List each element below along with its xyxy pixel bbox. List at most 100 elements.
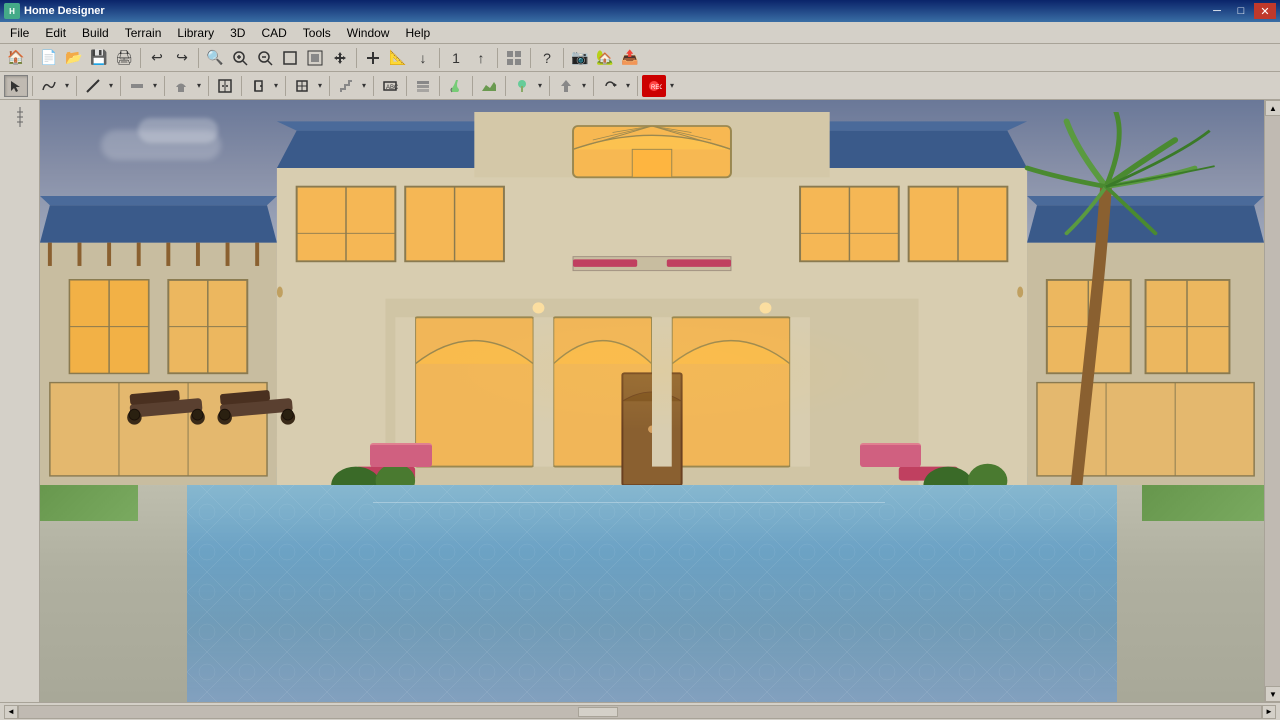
camera-button[interactable]: 📷: [568, 47, 592, 69]
dd-arrow-stamp[interactable]: ▾: [194, 75, 204, 97]
help-button[interactable]: ?: [535, 47, 559, 69]
home-button[interactable]: 🏠: [4, 47, 28, 69]
undo-button[interactable]: ↩: [145, 47, 169, 69]
dd-arrow-rotate[interactable]: ▾: [623, 75, 633, 97]
planter-right: [860, 443, 921, 467]
sep-t2-3: [120, 76, 121, 96]
measure-button[interactable]: 📐: [386, 47, 410, 69]
layer-button[interactable]: [411, 75, 435, 97]
menu-item-edit[interactable]: Edit: [37, 24, 74, 42]
door-tool-button[interactable]: [246, 75, 270, 97]
house3d-button[interactable]: 🏡: [593, 47, 617, 69]
stair-tool-button[interactable]: [334, 75, 358, 97]
dd-arrow-record[interactable]: ▾: [667, 75, 677, 97]
terrain-tool-button[interactable]: [477, 75, 501, 97]
menu-item-help[interactable]: Help: [397, 24, 438, 42]
line-tool-button[interactable]: [81, 75, 105, 97]
wall-tool-button[interactable]: [125, 75, 149, 97]
toolbar-1: 🏠 📄 📂 💾 🖨 ↩ ↪ 🔍 📐 ↓ 1 ↑ ? 📷 🏡 📤: [0, 44, 1280, 72]
export-button[interactable]: 📤: [618, 47, 642, 69]
canvas-area[interactable]: [40, 100, 1264, 702]
sep-t2-5: [208, 76, 209, 96]
scroll-thumb-h[interactable]: [578, 707, 618, 717]
new-button[interactable]: 📄: [37, 47, 61, 69]
open-button[interactable]: 📂: [62, 47, 86, 69]
menu-item-window[interactable]: Window: [339, 24, 398, 42]
left-panel-btn-1[interactable]: [5, 104, 35, 130]
add-button[interactable]: [361, 47, 385, 69]
app-icon: H: [4, 3, 20, 19]
sep-t2-4: [164, 76, 165, 96]
toolbar-2: ▾ ▾ ▾ ▾ ▾ ▾ ▾ ABC ▾: [0, 72, 1280, 100]
status-bar: ◄ ►: [0, 702, 1280, 720]
zoom-box-button[interactable]: [278, 47, 302, 69]
dd-arrow-plant[interactable]: ▾: [535, 75, 545, 97]
left-panel: [0, 100, 40, 702]
dd-arrow-move[interactable]: ▾: [579, 75, 589, 97]
zoom-out-button[interactable]: [253, 47, 277, 69]
arrow-up-button[interactable]: ↑: [469, 47, 493, 69]
dd-arrow-wall[interactable]: ▾: [150, 75, 160, 97]
scroll-track-v[interactable]: [1265, 116, 1280, 686]
sep6: [497, 48, 498, 68]
dd-arrow-door[interactable]: ▾: [271, 75, 281, 97]
menu-item-library[interactable]: Library: [169, 24, 222, 42]
floor-number[interactable]: 1: [444, 47, 468, 69]
pool-shimmer-2: [373, 502, 885, 503]
scroll-up-button[interactable]: ▲: [1265, 100, 1280, 116]
maximize-button[interactable]: □: [1230, 3, 1252, 19]
record-button[interactable]: REC: [642, 75, 666, 97]
zoom-fit-button[interactable]: [303, 47, 327, 69]
scroll-right-button[interactable]: ►: [1262, 705, 1276, 719]
scroll-left-button[interactable]: ◄: [4, 705, 18, 719]
render-view: [40, 100, 1264, 702]
title-bar: H Home Designer ─ □ ✕: [0, 0, 1280, 22]
curve-tool-button[interactable]: [37, 75, 61, 97]
window-controls: ─ □ ✕: [1206, 3, 1276, 19]
svg-text:REC: REC: [651, 85, 662, 91]
horizontal-scroll-track[interactable]: [18, 705, 1262, 719]
room-label-button[interactable]: ABC: [378, 75, 402, 97]
stamp-tool-button[interactable]: [169, 75, 193, 97]
arrow-down-button[interactable]: ↓: [411, 47, 435, 69]
menu-item-cad[interactable]: CAD: [253, 24, 294, 42]
cabinet-tool-button[interactable]: [213, 75, 237, 97]
find-button[interactable]: 🔍: [203, 47, 227, 69]
menu-item-build[interactable]: Build: [74, 24, 117, 42]
menu-bar: File Edit Build Terrain Library 3D CAD T…: [0, 22, 1280, 44]
redo-button[interactable]: ↪: [170, 47, 194, 69]
dd-arrow-stair[interactable]: ▾: [359, 75, 369, 97]
svg-text:ABC: ABC: [386, 85, 398, 91]
pan-button[interactable]: [328, 47, 352, 69]
sep1: [32, 48, 33, 68]
minimize-button[interactable]: ─: [1206, 3, 1228, 19]
sep4: [356, 48, 357, 68]
move-tool-button[interactable]: [554, 75, 578, 97]
sep-t2-13: [505, 76, 506, 96]
menu-item-tools[interactable]: Tools: [295, 24, 339, 42]
sep-t2-7: [285, 76, 286, 96]
pointer-tool-button[interactable]: [4, 75, 28, 97]
window-tool-button[interactable]: [290, 75, 314, 97]
zoom-in-button[interactable]: [228, 47, 252, 69]
dd-arrow-line[interactable]: ▾: [106, 75, 116, 97]
scroll-down-button[interactable]: ▼: [1265, 686, 1280, 702]
right-scrollbar: ▲ ▼: [1264, 100, 1280, 702]
close-button[interactable]: ✕: [1254, 3, 1276, 19]
rotate-tool-button[interactable]: [598, 75, 622, 97]
dd-arrow-curve[interactable]: ▾: [62, 75, 72, 97]
sep-t2-8: [329, 76, 330, 96]
sep2: [140, 48, 141, 68]
grid-button[interactable]: [502, 47, 526, 69]
sep7: [530, 48, 531, 68]
print-button[interactable]: 🖨: [112, 47, 136, 69]
save-button[interactable]: 💾: [87, 47, 111, 69]
menu-item-file[interactable]: File: [2, 24, 37, 42]
paint-tool-button[interactable]: [444, 75, 468, 97]
menu-item-terrain[interactable]: Terrain: [117, 24, 170, 42]
pool-pattern-svg: [187, 452, 1117, 702]
sep-t2-1: [32, 76, 33, 96]
dd-arrow-window[interactable]: ▾: [315, 75, 325, 97]
menu-item-3d[interactable]: 3D: [222, 24, 253, 42]
plant-tool-button[interactable]: [510, 75, 534, 97]
